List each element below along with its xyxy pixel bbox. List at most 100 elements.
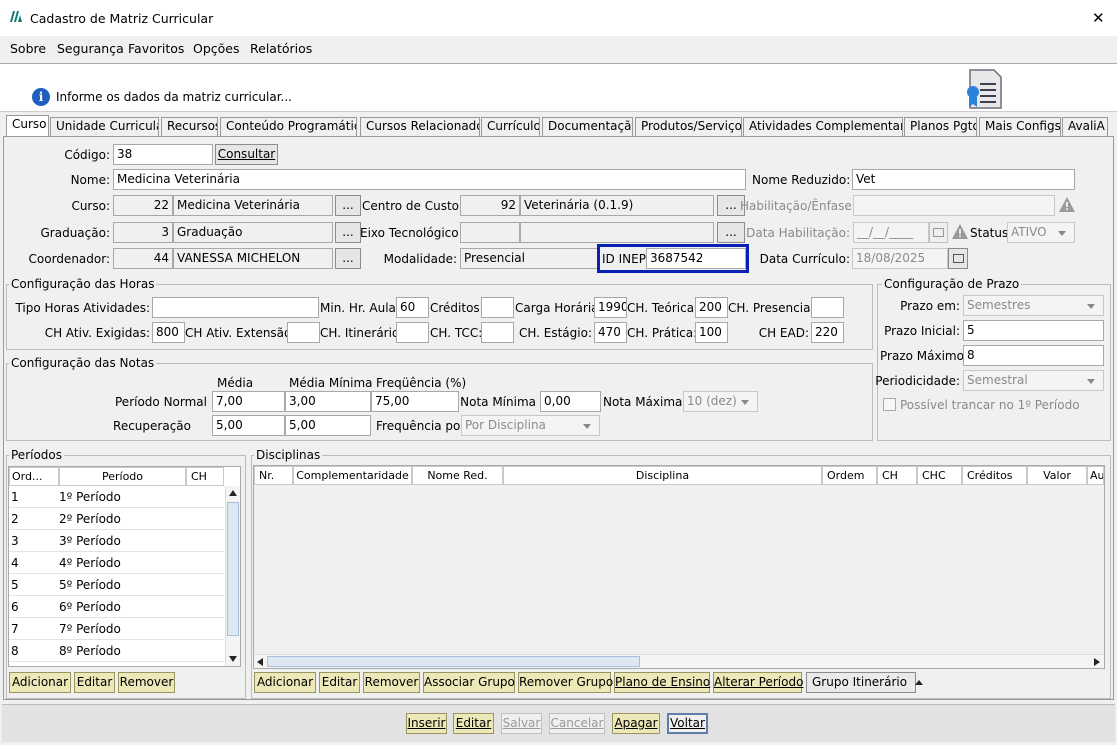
tab-conteudo-programatico[interactable]: Conteúdo Programático (220, 117, 357, 136)
tab-recursos[interactable]: Recursos (161, 117, 218, 136)
menu-favoritos[interactable]: Favoritos (128, 41, 184, 56)
scroll-thumb[interactable] (267, 656, 640, 667)
tipo-horas-field[interactable] (152, 297, 319, 318)
menu-seguranca[interactable]: Segurança (57, 41, 124, 56)
table-row[interactable]: 5 5º Período (9, 574, 224, 596)
disc-header-nr[interactable]: Nr. (254, 466, 293, 485)
eixo-id-field[interactable] (460, 222, 520, 243)
table-row[interactable]: 4 4º Período (9, 552, 224, 574)
disc-header-creditos[interactable]: Créditos (962, 466, 1027, 485)
data-curriculo-calendar-button[interactable] (948, 248, 968, 269)
rec-media-minima-field[interactable]: 5,00 (285, 415, 371, 436)
disc-header-nome-red[interactable]: Nome Red. (412, 466, 503, 485)
ch-ead-field[interactable]: 220 (811, 322, 844, 343)
periodicidade-select[interactable]: Semestral (963, 370, 1104, 391)
disc-header-ch[interactable]: CH (877, 466, 917, 485)
tab-documentacao[interactable]: Documentação (542, 117, 633, 136)
tab-curriculo[interactable]: Currículo (481, 117, 540, 136)
nome-reduzido-field[interactable]: Vet (852, 169, 1075, 190)
tab-produtos-servicos[interactable]: Produtos/Serviços (635, 117, 742, 136)
table-row[interactable]: 8 8º Período (9, 640, 224, 662)
periodos-editar-button[interactable]: Editar (74, 672, 115, 693)
disc-header-ordem[interactable]: Ordem (822, 466, 877, 485)
rec-media-field[interactable]: 5,00 (212, 415, 285, 436)
tab-cursos-relacionados[interactable]: Cursos Relacionados (360, 117, 480, 136)
ch-ativ-extensao-field[interactable] (287, 322, 320, 343)
disc-header-complementaridade[interactable]: Complementaridade (293, 466, 412, 485)
table-row[interactable]: 7 7º Período (9, 618, 224, 640)
carga-horaria-field[interactable]: 1990 (594, 297, 627, 318)
table-row[interactable]: 2 2º Período (9, 508, 224, 530)
centro-custo-id-field[interactable]: 92 (460, 195, 520, 216)
disc-adicionar-button[interactable]: Adicionar (254, 672, 316, 693)
ch-tcc-field[interactable] (481, 322, 514, 343)
ch-presencial-field[interactable] (811, 297, 844, 318)
periodos-header-ch[interactable]: CH (186, 467, 224, 486)
scroll-up-icon[interactable] (229, 490, 237, 496)
prazo-inicial-field[interactable]: 5 (963, 320, 1104, 341)
scroll-thumb[interactable] (227, 502, 239, 636)
graduacao-id-field[interactable]: 3 (113, 222, 173, 243)
scroll-right-icon[interactable] (1094, 658, 1100, 666)
grupo-itinerario-button[interactable]: Grupo Itinerário (806, 672, 923, 693)
frequencia-por-select[interactable]: Por Disciplina (461, 415, 600, 436)
disc-header-valor[interactable]: Valor (1027, 466, 1087, 485)
disciplinas-horizontal-scrollbar[interactable] (254, 654, 1104, 668)
status-select[interactable]: ATIVO (1007, 222, 1075, 243)
coordenador-lookup-button[interactable]: ... (335, 248, 361, 269)
nome-field[interactable]: Medicina Veterinária (113, 169, 746, 190)
menu-sobre[interactable]: Sobre (10, 41, 46, 56)
disc-header-disciplina[interactable]: Disciplina (503, 466, 822, 485)
periodos-remover-button[interactable]: Remover (118, 672, 175, 693)
table-row[interactable]: 3 3º Período (9, 530, 224, 552)
trancar-checkbox[interactable] (883, 398, 896, 411)
ch-itinerario-field[interactable] (396, 322, 429, 343)
table-row[interactable]: 6 6º Período (9, 596, 224, 618)
disc-header-au[interactable]: Au (1087, 466, 1104, 485)
menu-relatorios[interactable]: Relatórios (250, 41, 312, 56)
ch-ativ-exigidas-field[interactable]: 800 (152, 322, 185, 343)
apagar-button[interactable]: Apagar (612, 713, 660, 734)
tab-planos-pgto[interactable]: Planos Pgto (904, 117, 977, 136)
disc-header-chc[interactable]: CHC (917, 466, 962, 485)
salvar-button[interactable]: Salvar (501, 713, 542, 734)
min-hr-aula-field[interactable]: 60 (396, 297, 429, 318)
associar-grupo-button[interactable]: Associar Grupo (423, 672, 515, 693)
graduacao-lookup-button[interactable]: ... (335, 222, 361, 243)
creditos-field[interactable] (481, 297, 514, 318)
close-icon[interactable]: ✕ (1092, 9, 1105, 27)
tab-curso[interactable]: Curso (6, 115, 49, 137)
nota-minima-field[interactable]: 0,00 (540, 391, 601, 412)
coordenador-id-field[interactable]: 44 (113, 248, 173, 269)
scroll-left-icon[interactable] (257, 658, 263, 666)
menu-opcoes[interactable]: Opções (193, 41, 240, 56)
plano-de-ensino-button[interactable]: Plano de Ensino (614, 672, 710, 693)
disc-remover-button[interactable]: Remover (363, 672, 420, 693)
table-row[interactable]: 1 1º Período (9, 486, 224, 508)
footer-editar-button[interactable]: Editar (453, 713, 494, 734)
ch-pratica-field[interactable]: 100 (695, 322, 728, 343)
periodos-vertical-scrollbar[interactable] (225, 486, 240, 666)
scroll-down-icon[interactable] (229, 656, 237, 662)
ch-teorica-field[interactable]: 200 (695, 297, 728, 318)
ch-estagio-field[interactable]: 470 (594, 322, 627, 343)
tab-atividades-complementares[interactable]: Atividades Complementares (743, 117, 903, 136)
disc-editar-button[interactable]: Editar (319, 672, 360, 693)
pn-frequencia-field[interactable]: 75,00 (371, 391, 459, 412)
tab-avalia[interactable]: AvaliA (1062, 117, 1108, 136)
curso-id-field[interactable]: 22 (113, 195, 173, 216)
periodos-header-periodo[interactable]: Período (59, 467, 186, 486)
nota-maxima-select[interactable]: 10 (dez) (683, 391, 758, 412)
curso-lookup-button[interactable]: ... (335, 195, 361, 216)
cancelar-button[interactable]: Cancelar (549, 713, 605, 734)
pn-media-field[interactable]: 7,00 (212, 391, 285, 412)
alterar-periodo-button[interactable]: Alterar Período (713, 672, 803, 693)
tab-mais-configs[interactable]: Mais Configs. (979, 117, 1061, 136)
prazo-em-select[interactable]: Semestres (963, 295, 1104, 316)
consultar-button[interactable]: Consultar (215, 144, 278, 165)
periodos-header-ord[interactable]: Ord... (9, 467, 59, 486)
voltar-button[interactable]: Voltar (667, 713, 708, 734)
tab-unidade-curricular[interactable]: Unidade Curricular (50, 117, 159, 136)
inserir-button[interactable]: Inserir (406, 713, 447, 734)
pn-media-minima-field[interactable]: 3,00 (285, 391, 371, 412)
